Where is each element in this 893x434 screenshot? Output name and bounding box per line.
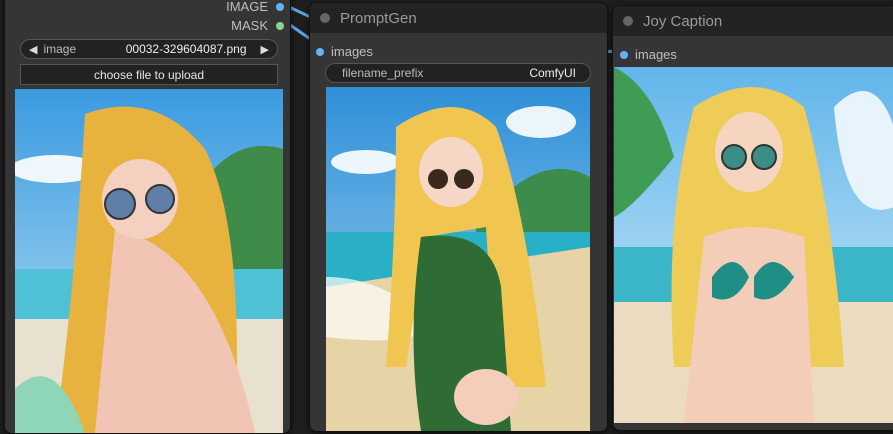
output-mask-dot[interactable] bbox=[276, 21, 284, 30]
input-images[interactable]: images bbox=[620, 47, 677, 62]
arrow-left-icon[interactable]: ◀ bbox=[29, 43, 37, 56]
promptgen-image-preview bbox=[326, 87, 590, 431]
input-images-dot[interactable] bbox=[620, 50, 628, 59]
arrow-right-icon[interactable]: ▶ bbox=[261, 43, 269, 56]
load-image-node[interactable]: IMAGE MASK ◀ image 00032-329604087.png ▶… bbox=[4, 0, 291, 434]
collapse-dot-icon[interactable] bbox=[623, 16, 633, 26]
image-select-widget[interactable]: ◀ image 00032-329604087.png ▶ bbox=[20, 39, 278, 59]
image-widget-value: 00032-329604087.png bbox=[125, 42, 247, 56]
output-mask-label: MASK bbox=[231, 18, 268, 33]
output-image-dot[interactable] bbox=[276, 2, 284, 11]
input-images-label: images bbox=[331, 44, 373, 59]
input-images[interactable]: images bbox=[316, 44, 373, 59]
joycaption-title: Joy Caption bbox=[643, 12, 723, 30]
upload-button[interactable]: choose file to upload bbox=[20, 64, 278, 85]
image-widget-label: image bbox=[43, 42, 77, 56]
promptgen-node[interactable]: PromptGen images filename_prefix ComfyUI bbox=[309, 2, 608, 432]
filename-prefix-widget[interactable]: filename_prefix ComfyUI bbox=[325, 63, 591, 83]
collapse-dot-icon[interactable] bbox=[320, 13, 330, 23]
promptgen-title: PromptGen bbox=[340, 9, 417, 27]
output-mask[interactable]: MASK bbox=[231, 18, 284, 33]
input-images-label: images bbox=[635, 47, 677, 62]
promptgen-header[interactable]: PromptGen bbox=[310, 3, 607, 33]
filename-prefix-value: ComfyUI bbox=[529, 66, 576, 80]
joycaption-header[interactable]: Joy Caption bbox=[613, 6, 893, 36]
joycaption-image-preview bbox=[614, 67, 893, 423]
filename-prefix-label: filename_prefix bbox=[342, 66, 424, 80]
output-image-label: IMAGE bbox=[226, 0, 268, 14]
output-image[interactable]: IMAGE bbox=[226, 0, 284, 14]
joycaption-node[interactable]: Joy Caption images bbox=[612, 5, 893, 431]
loaded-image-preview bbox=[15, 89, 283, 433]
input-images-dot[interactable] bbox=[316, 47, 324, 56]
